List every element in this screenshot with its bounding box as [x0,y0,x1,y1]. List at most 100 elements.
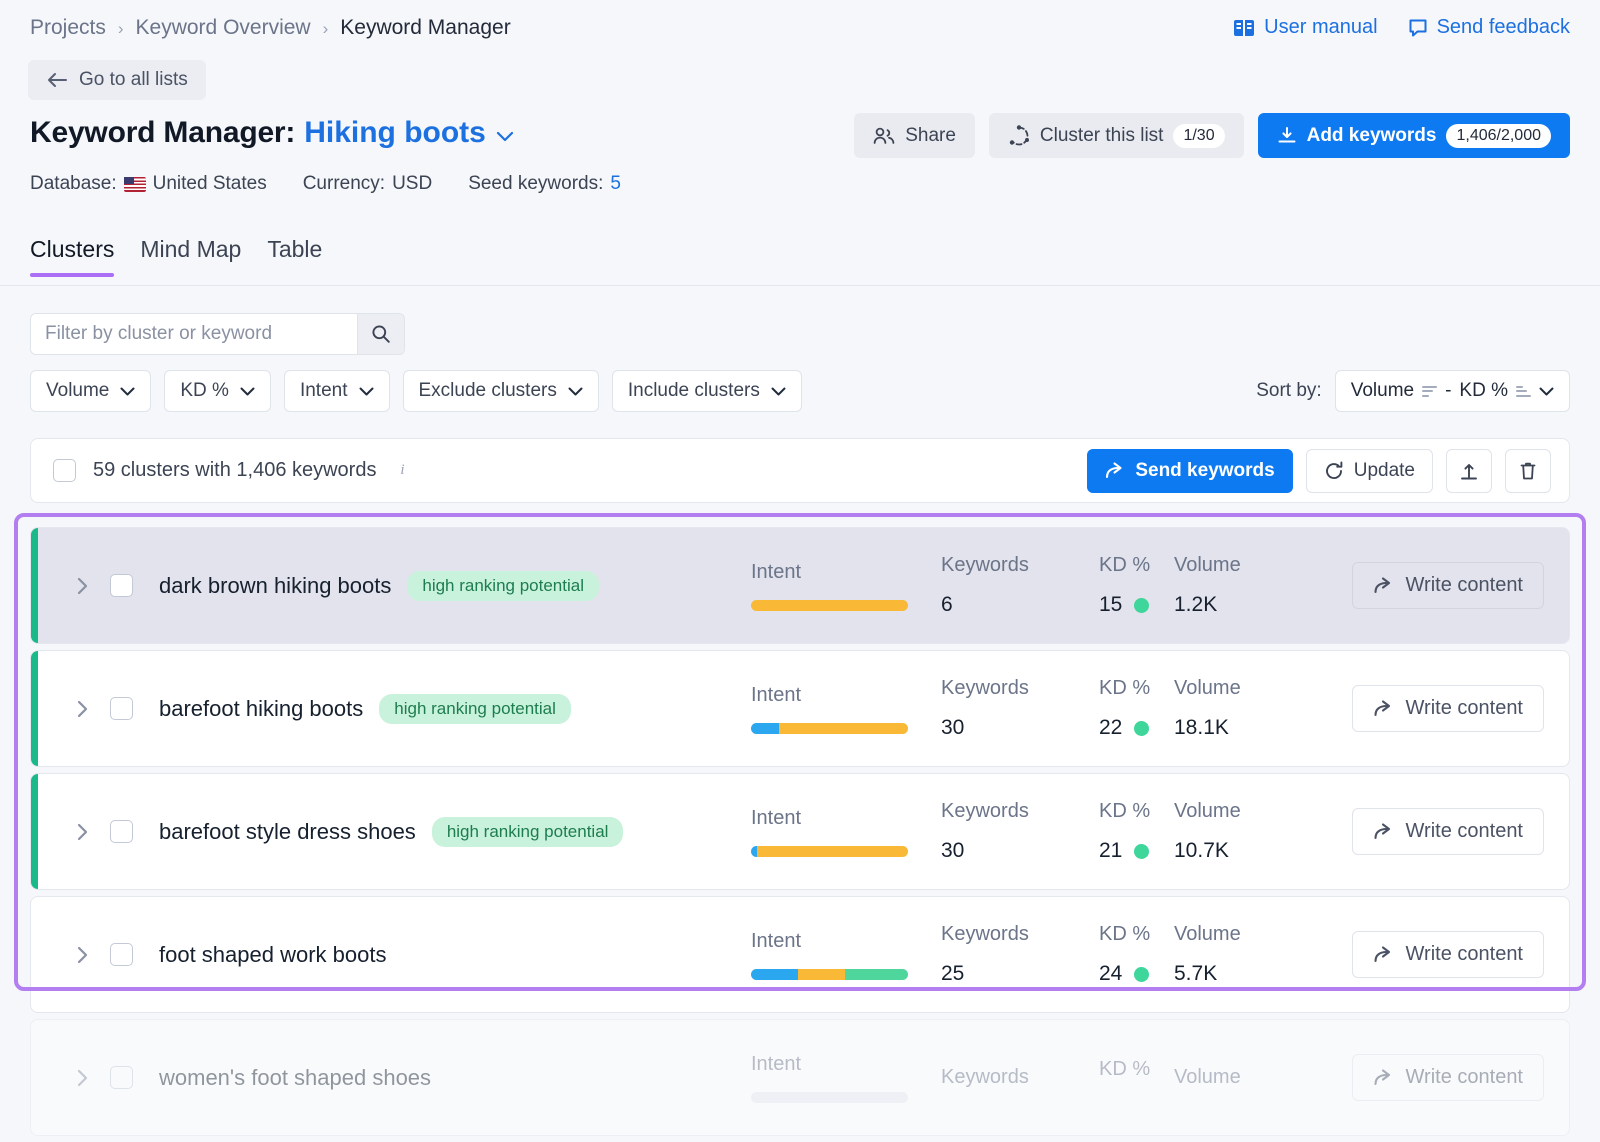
database-meta: Database: United States [30,173,267,195]
update-button[interactable]: Update [1305,448,1433,493]
expand-row-icon[interactable] [76,1068,106,1088]
cluster-name: dark brown hiking boots [159,572,392,598]
sort-primary-label: Volume [1350,380,1415,401]
cluster-this-list-button[interactable]: Cluster this list 1/30 [988,113,1244,158]
share-button[interactable]: Share [854,113,975,158]
filter-intent[interactable]: Intent [283,370,390,412]
tab-mind-map[interactable]: Mind Map [140,236,241,277]
chevron-down-icon [240,387,255,396]
filter-volume[interactable]: Volume [30,370,152,412]
intent-cell: Intent [751,807,941,857]
keywords-column-header: Keywords [941,677,1029,699]
row-checkbox[interactable] [110,697,133,720]
info-icon[interactable]: i [393,462,411,480]
kd-value: 24 [1099,962,1123,985]
export-button[interactable] [1446,448,1492,493]
download-icon [1277,126,1297,146]
filter-intent-label: Intent [299,380,348,401]
chevron-down-icon [1539,387,1554,396]
cluster-icon [1008,124,1030,147]
cluster-row[interactable]: women's foot shaped shoes Intent Keyword… [30,1019,1570,1136]
filter-buttons: Volume KD % Intent Exclude clusters Incl… [30,370,802,412]
keywords-column-header: Keywords [941,923,1029,945]
cluster-name: women's foot shaped shoes [159,1064,432,1090]
write-content-label: Write content [1405,1066,1523,1088]
cluster-row[interactable]: barefoot hiking boots high ranking poten… [30,650,1570,767]
send-keywords-button[interactable]: Send keywords [1087,448,1293,493]
seed-keywords-value[interactable]: 5 [610,173,621,195]
chevron-down-icon [568,387,583,396]
filter-include-clusters[interactable]: Include clusters [611,370,802,412]
intent-column-header: Intent [751,560,802,583]
chevron-down-icon[interactable] [496,131,514,142]
volume-cell: Volume 18.1K [1174,677,1292,740]
go-to-all-lists-button[interactable]: Go to all lists [28,60,206,100]
search-input[interactable] [31,314,357,354]
keywords-value: 30 [941,839,965,862]
cluster-this-list-label: Cluster this list [1039,124,1164,146]
ranking-potential-badge: high ranking potential [379,693,571,724]
volume-column-header: Volume [1174,1066,1241,1088]
expand-row-icon[interactable] [76,699,106,719]
breadcrumb-item-keyword-overview[interactable]: Keyword Overview [136,16,311,40]
intent-bar [751,968,908,980]
search-button[interactable] [357,314,404,354]
add-keywords-button[interactable]: Add keywords 1,406/2,000 [1257,113,1570,158]
row-checkbox[interactable] [110,574,133,597]
filter-volume-label: Volume [46,380,110,401]
go-to-all-lists-label: Go to all lists [79,69,188,90]
book-icon [1233,18,1255,38]
write-content-button[interactable]: Write content [1351,931,1544,978]
kd-cell: KD % 15 [1099,554,1174,617]
cluster-list: dark brown hiking boots high ranking pot… [30,527,1570,1142]
write-content-button[interactable]: Write content [1351,1054,1544,1101]
cluster-name: barefoot hiking boots [159,695,364,721]
tab-clusters[interactable]: Clusters [30,236,115,277]
intent-column-header: Intent [751,929,802,952]
intent-cell: Intent [751,684,941,734]
sort-secondary-label: KD % [1459,380,1508,401]
keywords-column-header: Keywords [941,554,1029,576]
currency-meta: Currency: USD [303,173,432,195]
filter-exclude-clusters[interactable]: Exclude clusters [402,370,599,412]
keyword-list-name[interactable]: Hiking boots [304,116,486,150]
sort-select[interactable]: Volume - KD % [1334,370,1570,412]
filter-kd[interactable]: KD % [164,370,271,412]
select-all-checkbox[interactable] [53,459,76,482]
cluster-row[interactable]: foot shaped work boots Intent Keywords 2… [30,896,1570,1013]
chevron-down-icon [359,387,374,396]
write-content-button[interactable]: Write content [1351,685,1544,732]
expand-row-icon[interactable] [76,576,106,596]
intent-bar [751,845,908,857]
breadcrumb-item-keyword-manager: Keyword Manager [340,16,511,39]
expand-row-icon[interactable] [76,945,106,965]
expand-row-icon[interactable] [76,822,106,842]
write-content-button[interactable]: Write content [1351,808,1544,855]
write-content-button[interactable]: Write content [1351,562,1544,609]
filter-include-clusters-label: Include clusters [627,380,760,401]
row-checkbox[interactable] [110,1066,133,1089]
kd-column-header: KD % [1099,923,1151,945]
keywords-value: 6 [941,593,953,616]
cluster-row[interactable]: barefoot style dress shoes high ranking … [30,773,1570,890]
filter-search [30,313,405,355]
currency-value: USD [392,173,433,194]
user-manual-link[interactable]: User manual [1233,16,1378,39]
row-checkbox[interactable] [110,820,133,843]
seed-keywords-meta: Seed keywords: 5 [468,173,621,195]
breadcrumb-item-projects[interactable]: Projects [30,16,106,40]
delete-button[interactable] [1505,448,1551,493]
kd-difficulty-dot [1134,843,1150,859]
row-checkbox[interactable] [110,943,133,966]
volume-cell: Volume 10.7K [1174,800,1292,863]
write-content-label: Write content [1405,820,1523,842]
speech-bubble-icon [1408,18,1428,38]
cluster-name: foot shaped work boots [159,941,387,967]
send-feedback-link[interactable]: Send feedback [1408,16,1570,39]
tab-table[interactable]: Table [267,236,322,277]
volume-cell: Volume [1174,1066,1292,1089]
volume-column-header: Volume [1174,800,1241,822]
volume-column-header: Volume [1174,677,1241,699]
kd-difficulty-dot [1134,966,1150,982]
cluster-row[interactable]: dark brown hiking boots high ranking pot… [30,527,1570,644]
